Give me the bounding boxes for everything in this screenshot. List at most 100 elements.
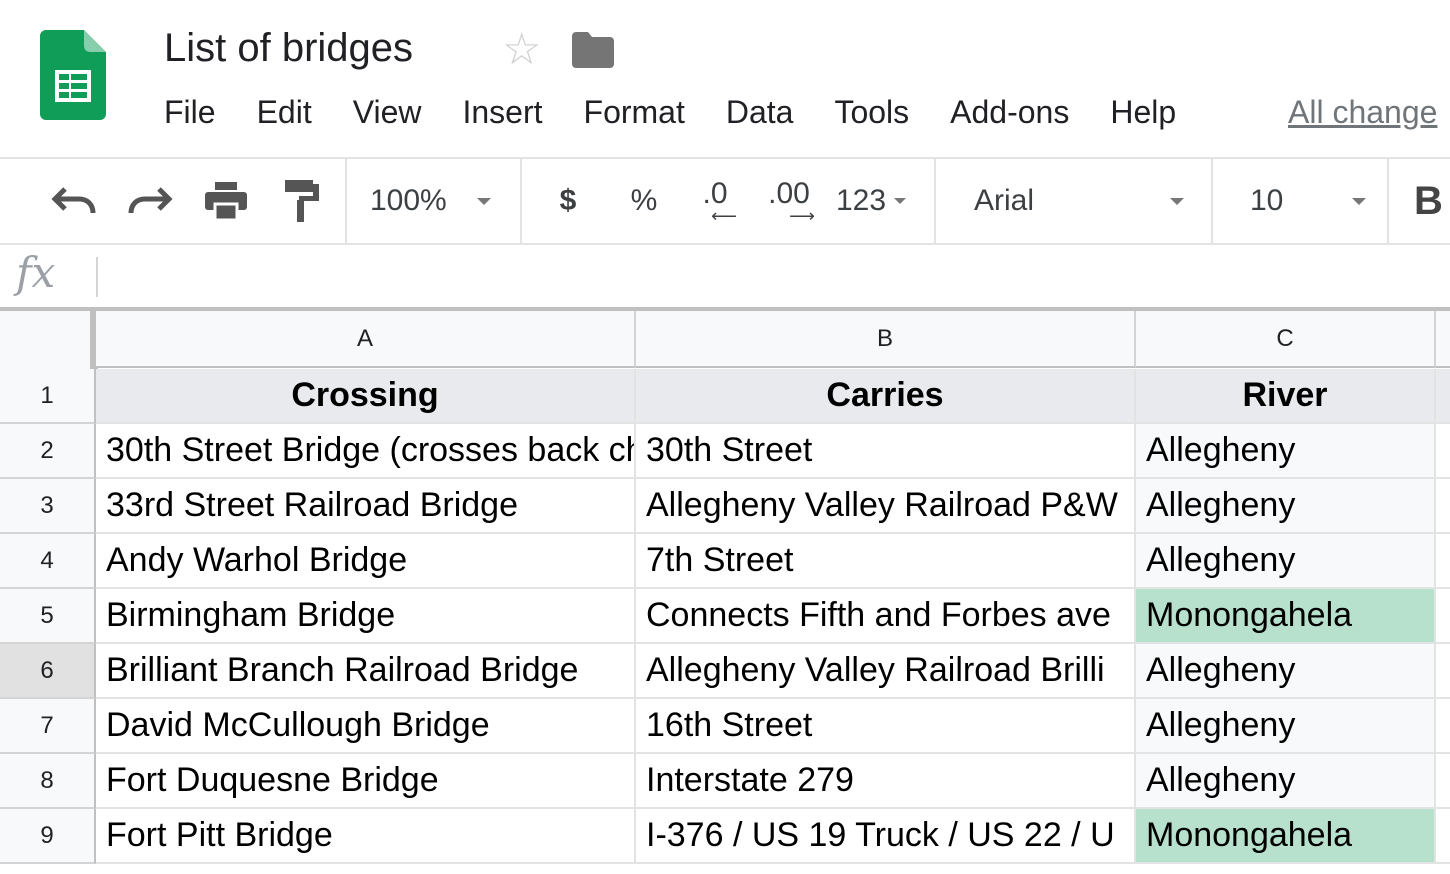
row-header-6[interactable]: 6 (0, 644, 96, 699)
menu-view[interactable]: View (353, 94, 422, 131)
folder-icon[interactable] (572, 32, 614, 73)
table-cell[interactable]: Fort Duquesne Bridge (96, 754, 636, 809)
decrease-decimal-button[interactable]: .0 ⟵ (690, 159, 740, 243)
table-cell[interactable]: Allegheny (1136, 754, 1436, 809)
header-cell[interactable]: Crossing (96, 369, 636, 424)
decrease-decimal-label: .0 (702, 177, 728, 210)
toolbar: 100% $ % .0 ⟵ .00 ⟶ 123 Arial 10 B (0, 157, 1450, 245)
chevron-down-icon (1170, 197, 1184, 205)
toolbar-divider (934, 159, 936, 245)
table-cell[interactable]: Allegheny Valley Railroad P&W (636, 479, 1136, 534)
spreadsheet-grid: A B C 1 Crossing Carries River 2 30th Street Bri… (0, 311, 1450, 874)
table-cell[interactable]: Allegheny (1136, 424, 1436, 479)
table-cell[interactable]: 7th Street (636, 534, 1136, 589)
toolbar-divider (1387, 159, 1389, 245)
menu-bar: File Edit View Insert Format Data Tools … (164, 94, 1217, 131)
table-cell[interactable]: Andy Warhol Bridge (96, 534, 636, 589)
arrow-left-icon: ⟵ (711, 206, 737, 226)
row-header-7[interactable]: 7 (0, 699, 96, 754)
table-cell[interactable]: Allegheny (1136, 699, 1436, 754)
redo-icon[interactable] (122, 159, 178, 243)
menu-help[interactable]: Help (1110, 94, 1176, 131)
row-header-5[interactable]: 5 (0, 589, 96, 644)
column-header-c[interactable]: C (1136, 311, 1436, 368)
more-formats-button[interactable]: 123 (836, 159, 916, 243)
column-header-b[interactable]: B (636, 311, 1136, 368)
table-cell[interactable]: Monongahela (1136, 809, 1436, 864)
table-cell[interactable] (1436, 644, 1450, 699)
increase-decimal-label: .00 (768, 177, 810, 210)
row-header-3[interactable]: 3 (0, 479, 96, 534)
table-cell[interactable] (1436, 589, 1450, 644)
star-icon[interactable]: ☆ (502, 26, 541, 74)
table-cell[interactable]: Birmingham Bridge (96, 589, 636, 644)
increase-decimal-button[interactable]: .00 ⟶ (764, 159, 815, 243)
table-cell[interactable]: 30th Street (636, 424, 1136, 479)
sheets-logo-icon[interactable] (40, 30, 106, 120)
formula-input[interactable] (112, 256, 1436, 298)
menu-tools[interactable]: Tools (834, 94, 909, 131)
table-cell[interactable]: Allegheny (1136, 479, 1436, 534)
row-header-8[interactable]: 8 (0, 754, 96, 809)
select-all-corner[interactable] (0, 311, 98, 372)
table-cell[interactable] (1436, 369, 1450, 424)
column-header-a[interactable]: A (96, 311, 636, 368)
formula-divider (96, 257, 98, 297)
chevron-down-icon (894, 198, 907, 204)
table-cell[interactable]: Fort Pitt Bridge (96, 809, 636, 864)
all-changes-saved-link[interactable]: All change (1288, 94, 1437, 131)
menu-format[interactable]: Format (584, 94, 685, 131)
table-cell[interactable]: Brilliant Branch Railroad Bridge (96, 644, 636, 699)
zoom-select[interactable]: 100% (370, 159, 510, 243)
menu-insert[interactable]: Insert (462, 94, 542, 131)
format-currency-button[interactable]: $ (548, 159, 588, 243)
percent-label: % (630, 184, 658, 217)
row-header-2[interactable]: 2 (0, 424, 96, 479)
table-cell[interactable]: 33rd Street Railroad Bridge (96, 479, 636, 534)
document-title[interactable]: List of bridges (164, 26, 413, 71)
table-cell[interactable]: Interstate 279 (636, 754, 1136, 809)
row-header-4[interactable]: 4 (0, 534, 96, 589)
menu-file[interactable]: File (164, 94, 216, 131)
table-cell[interactable]: David McCullough Bridge (96, 699, 636, 754)
font-family-select[interactable]: Arial (974, 159, 1184, 243)
format-percent-button[interactable]: % (624, 159, 664, 243)
menu-edit[interactable]: Edit (257, 94, 312, 131)
table-cell[interactable] (1436, 424, 1450, 479)
table-cell[interactable] (1436, 754, 1450, 809)
table-cell[interactable] (1436, 534, 1450, 589)
menu-add-ons[interactable]: Add-ons (950, 94, 1069, 131)
table-cell[interactable]: I-376 / US 19 Truck / US 22 / U (636, 809, 1136, 864)
table-cell[interactable]: Allegheny Valley Railroad Brilli (636, 644, 1136, 699)
print-icon[interactable] (198, 159, 254, 243)
table-cell[interactable]: Connects Fifth and Forbes ave (636, 589, 1136, 644)
table-cell[interactable] (1436, 479, 1450, 534)
header-cell[interactable]: River (1136, 369, 1436, 424)
arrow-right-icon: ⟶ (789, 206, 815, 226)
column-header-next[interactable] (1436, 311, 1450, 368)
table-cell[interactable]: 16th Street (636, 699, 1136, 754)
currency-label: $ (559, 184, 577, 217)
row-header-1[interactable]: 1 (0, 369, 96, 424)
toolbar-divider (520, 159, 522, 245)
chevron-down-icon (476, 197, 491, 205)
font-family-value: Arial (974, 184, 1035, 217)
table-cell[interactable]: Allegheny (1136, 644, 1436, 699)
toolbar-divider (1211, 159, 1213, 245)
menu-data[interactable]: Data (726, 94, 794, 131)
paint-format-icon[interactable] (274, 159, 330, 243)
table-cell[interactable] (1436, 699, 1450, 754)
row-header-9[interactable]: 9 (0, 809, 96, 864)
table-cell[interactable]: 30th Street Bridge (crosses back channel… (96, 424, 636, 479)
font-size-select[interactable]: 10 (1250, 159, 1366, 243)
undo-icon[interactable] (46, 159, 102, 243)
table-cell[interactable]: Monongahela (1136, 589, 1436, 644)
chevron-down-icon (1352, 197, 1366, 205)
more-formats-label: 123 (836, 184, 887, 217)
zoom-value: 100% (370, 184, 447, 217)
table-cell[interactable]: Allegheny (1136, 534, 1436, 589)
table-cell[interactable] (1436, 809, 1450, 864)
header-cell[interactable]: Carries (636, 369, 1136, 424)
bold-button[interactable]: B (1414, 159, 1450, 243)
font-size-value: 10 (1250, 184, 1284, 217)
